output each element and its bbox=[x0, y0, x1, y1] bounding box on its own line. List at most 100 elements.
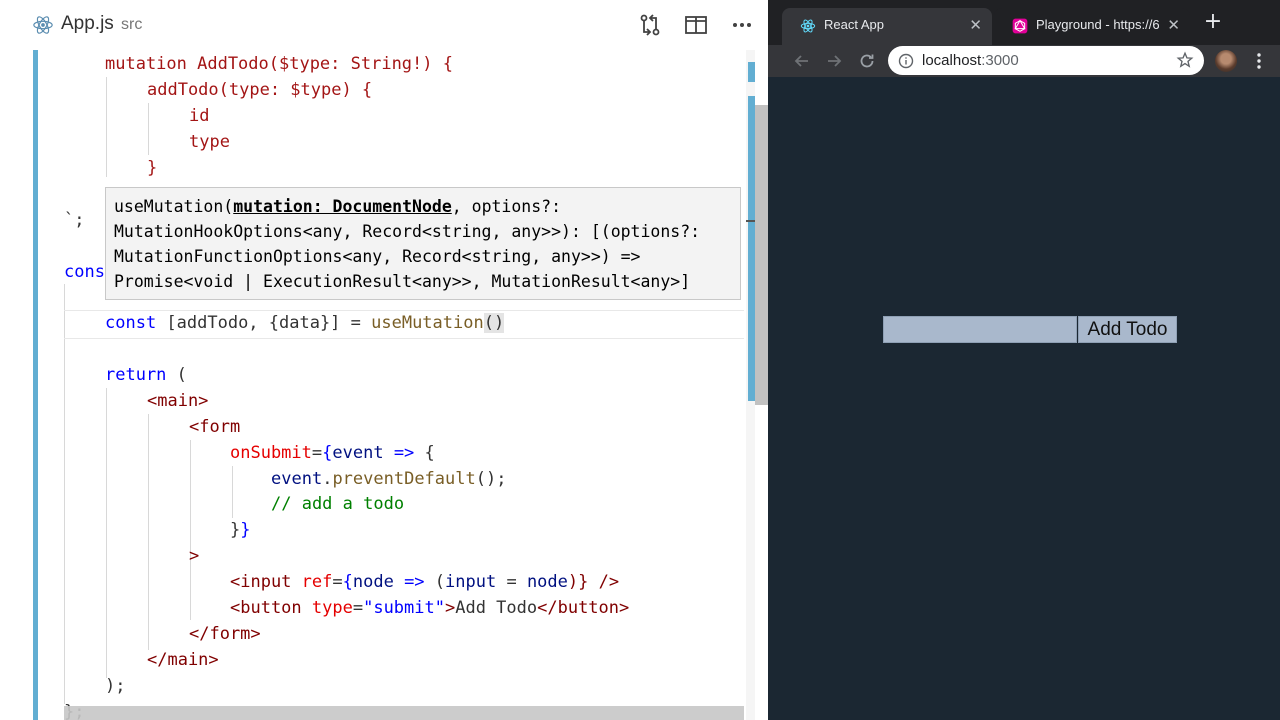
code-token: onSubmit bbox=[230, 443, 312, 463]
code-line[interactable]: ); bbox=[105, 673, 125, 699]
code-text: id bbox=[189, 106, 210, 126]
code-token: [addTodo, {data}] = bbox=[156, 313, 372, 333]
code-token: { bbox=[424, 443, 435, 463]
browser-window: React App ✕ Playground - https://6uc ✕ + bbox=[768, 0, 1280, 720]
new-tab-button[interactable]: + bbox=[1202, 11, 1224, 33]
url-port: :3000 bbox=[981, 52, 1019, 69]
tab-file-name[interactable]: App.js bbox=[61, 13, 114, 35]
code-token: preventDefault bbox=[332, 469, 476, 489]
reload-icon[interactable] bbox=[857, 51, 877, 71]
code-comment: // add a todo bbox=[271, 494, 405, 514]
code-token: ); bbox=[105, 676, 126, 696]
code-editor[interactable]: App.js src mutation AddTodo($type: Strin… bbox=[0, 0, 768, 720]
indent-guide bbox=[106, 77, 107, 177]
indent-guide bbox=[232, 466, 233, 518]
code-token: > bbox=[444, 598, 456, 618]
hint-text: Promise<void | ExecutionResult<any>>, Mu… bbox=[114, 272, 691, 291]
compare-changes-icon[interactable] bbox=[637, 12, 663, 38]
profile-avatar[interactable] bbox=[1215, 50, 1237, 72]
browser-tab-playground[interactable]: Playground - https://6uc ✕ bbox=[994, 8, 1190, 45]
modified-lines-indicator bbox=[33, 50, 38, 720]
code-line[interactable]: `; bbox=[64, 207, 84, 233]
todo-input[interactable] bbox=[883, 316, 1077, 343]
code-token: type bbox=[301, 598, 353, 618]
code-token: <button bbox=[230, 598, 302, 618]
parameter-hint-tooltip: useMutation(mutation: DocumentNode, opti… bbox=[105, 187, 741, 300]
add-todo-button[interactable]: Add Todo bbox=[1078, 316, 1177, 343]
code-token: ( bbox=[434, 572, 446, 592]
back-arrow-icon[interactable] bbox=[792, 51, 812, 71]
code-line[interactable]: <input ref={node => (input = node)} /> bbox=[230, 569, 619, 595]
bookmark-star-icon[interactable] bbox=[1176, 51, 1194, 69]
code-line[interactable]: <main> bbox=[147, 388, 208, 414]
code-text: cons bbox=[64, 262, 105, 282]
code-line[interactable]: type bbox=[189, 129, 230, 155]
code-token: event bbox=[332, 443, 384, 463]
code-line[interactable]: const [addTodo, {data}] = useMutation() bbox=[105, 310, 505, 336]
code-line[interactable]: event.preventDefault(); bbox=[271, 466, 506, 492]
tab-file-path: src bbox=[121, 16, 143, 33]
hint-active-parameter: mutation: DocumentNode bbox=[233, 197, 452, 216]
overview-change-marker bbox=[748, 96, 755, 401]
code-line[interactable]: id bbox=[189, 103, 209, 129]
forward-arrow-icon[interactable] bbox=[824, 51, 844, 71]
code-token: => bbox=[383, 443, 425, 463]
code-token: } bbox=[240, 520, 251, 540]
indent-guide bbox=[148, 103, 149, 155]
hint-text: MutationHookOptions<any, Record<string, … bbox=[114, 222, 701, 241]
overview-change-marker bbox=[748, 62, 755, 82]
code-line[interactable]: </form> bbox=[189, 621, 261, 647]
code-line[interactable]: }} bbox=[230, 517, 251, 543]
horizontal-scrollbar[interactable] bbox=[64, 706, 744, 720]
code-line[interactable]: return ( bbox=[105, 362, 187, 388]
code-text: addTodo(type: $type) { bbox=[147, 80, 373, 100]
code-token: { bbox=[342, 572, 353, 592]
code-line[interactable]: > bbox=[189, 543, 199, 569]
code-token: input bbox=[445, 572, 497, 592]
code-line[interactable]: <form bbox=[189, 414, 240, 440]
code-token: ref bbox=[291, 572, 333, 592]
code-line[interactable]: } bbox=[147, 155, 157, 181]
code-line[interactable]: mutation AddTodo($type: String!) { bbox=[105, 51, 453, 77]
code-line[interactable]: cons bbox=[64, 259, 105, 285]
split-editor-icon[interactable] bbox=[683, 12, 709, 38]
close-tab-icon[interactable]: ✕ bbox=[969, 16, 982, 34]
vertical-scrollbar-thumb[interactable] bbox=[755, 105, 768, 405]
code-text: mutation AddTodo($type: String!) { bbox=[105, 54, 453, 74]
code-token: = bbox=[352, 598, 364, 618]
code-line[interactable]: onSubmit={event => { bbox=[230, 440, 435, 466]
code-line[interactable]: // add a todo bbox=[271, 491, 404, 517]
hint-function-name: useMutation( bbox=[114, 197, 234, 216]
code-token: "submit" bbox=[363, 598, 445, 618]
code-token: </main> bbox=[147, 650, 219, 670]
code-token: () bbox=[483, 313, 505, 333]
address-bar[interactable]: localhost:3000 bbox=[888, 46, 1204, 75]
code-token: > bbox=[189, 546, 200, 566]
code-token: <input bbox=[230, 572, 292, 592]
code-token: { bbox=[322, 443, 333, 463]
code-token: ( bbox=[166, 365, 187, 385]
code-line[interactable]: <button type="submit">Add Todo</button> bbox=[230, 595, 629, 621]
close-tab-icon[interactable]: ✕ bbox=[1167, 16, 1180, 34]
code-token: event bbox=[271, 469, 323, 489]
code-token: = bbox=[496, 572, 527, 592]
code-token: . bbox=[322, 469, 333, 489]
code-token: (); bbox=[475, 469, 507, 489]
code-token: <form bbox=[189, 417, 241, 437]
code-token: } bbox=[230, 520, 241, 540]
hint-text: , options?: bbox=[451, 197, 562, 216]
url-host: localhost bbox=[922, 52, 982, 69]
browser-tab-react-app[interactable]: React App ✕ bbox=[782, 8, 992, 45]
code-line[interactable]: </main> bbox=[147, 647, 219, 673]
browser-menu-icon[interactable] bbox=[1249, 51, 1269, 71]
code-token: )} /> bbox=[567, 572, 620, 592]
code-line[interactable]: addTodo(type: $type) { bbox=[147, 77, 372, 103]
code-token: node bbox=[526, 572, 568, 592]
info-icon[interactable] bbox=[898, 53, 914, 69]
react-file-icon bbox=[33, 16, 53, 34]
code-token: return bbox=[105, 365, 167, 385]
tab-title: Playground - https://6uc bbox=[1036, 17, 1160, 32]
code-token: <main> bbox=[147, 391, 209, 411]
more-actions-icon[interactable] bbox=[729, 12, 755, 38]
indent-guide bbox=[148, 414, 149, 650]
